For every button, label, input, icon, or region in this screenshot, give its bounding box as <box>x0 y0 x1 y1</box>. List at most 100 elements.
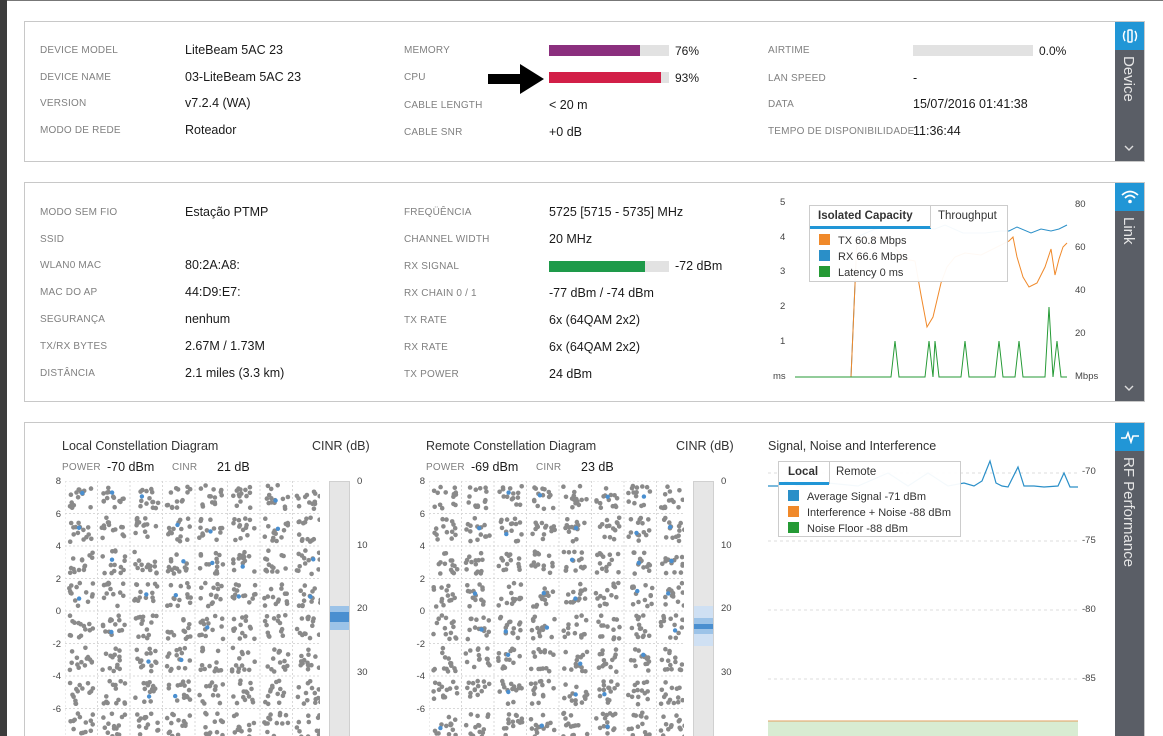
constellation-point <box>464 567 469 572</box>
constellation-point <box>497 689 502 694</box>
constellation-point <box>239 649 245 655</box>
constellation-point <box>451 624 456 630</box>
constellation-point <box>572 549 577 555</box>
constellation-point <box>500 666 505 671</box>
constellation-point <box>90 550 95 556</box>
constellation-point <box>672 570 677 575</box>
constellation-point <box>473 558 478 563</box>
constellation-point <box>145 534 150 539</box>
constellation-point <box>102 725 108 730</box>
constellation-point <box>145 582 151 587</box>
device-side-tab[interactable]: Device <box>1115 22 1144 161</box>
constellation-point <box>199 585 204 591</box>
constellation-point <box>496 658 501 663</box>
constellation-point <box>440 645 446 651</box>
constellation-point <box>440 693 446 698</box>
constellation-point <box>465 583 470 588</box>
constellation-point <box>302 583 308 588</box>
tab-local[interactable]: Local <box>788 466 818 478</box>
constellation-point <box>83 645 88 651</box>
constellation-point <box>215 586 221 592</box>
constellation-point <box>583 617 589 623</box>
constellation-point <box>137 732 143 736</box>
constellation-point <box>605 731 610 736</box>
constellation-point <box>534 730 540 735</box>
constellation-point <box>75 711 81 716</box>
constellation-point <box>247 490 253 496</box>
constellation-point <box>113 548 118 553</box>
constellation-point <box>645 603 650 609</box>
tab-remote[interactable]: Remote <box>836 466 876 478</box>
chevron-down-icon[interactable] <box>1124 383 1134 393</box>
remote-power-value: -69 dBm <box>471 460 519 474</box>
constellation-point <box>212 719 218 724</box>
constellation-point <box>680 497 684 503</box>
constellation-point <box>114 700 119 706</box>
constellation-ref-point <box>210 560 215 566</box>
constellation-point <box>231 567 237 573</box>
constellation-point <box>140 567 145 573</box>
axis-tick: 20 <box>357 603 368 614</box>
constellation-point <box>438 571 443 576</box>
constellation-point <box>482 684 488 690</box>
constellation-point <box>198 667 203 673</box>
tab-isolated-capacity[interactable]: Isolated Capacity <box>818 210 913 222</box>
constellation-point <box>540 694 546 699</box>
constellation-point <box>277 710 283 716</box>
axis-tick: 10 <box>721 539 732 551</box>
constellation-point <box>450 562 455 568</box>
constellation-point <box>218 525 223 531</box>
constellation-point <box>531 687 536 693</box>
constellation-point <box>501 567 506 573</box>
constellation-point <box>572 630 578 636</box>
constellation-point <box>548 720 553 726</box>
axis-tick: -6 <box>416 703 425 715</box>
chevron-down-icon[interactable] <box>1124 143 1134 153</box>
constellation-point <box>240 630 245 636</box>
constellation-point <box>250 596 255 601</box>
constellation-ref-point <box>541 590 546 596</box>
constellation-point <box>76 567 82 573</box>
link-side-tab[interactable]: Link <box>1115 183 1144 401</box>
constellation-ref-point <box>173 693 178 699</box>
constellation-point <box>267 716 273 722</box>
network-mode-value: Roteador <box>185 123 237 137</box>
constellation-point <box>433 526 439 531</box>
constellation-point <box>176 665 181 671</box>
constellation-point <box>500 558 506 563</box>
constellation-point <box>452 485 458 490</box>
constellation-point <box>631 658 637 663</box>
tab-divider <box>829 462 830 484</box>
constellation-point <box>519 484 524 489</box>
constellation-ref-point <box>569 557 575 562</box>
constellation-point <box>463 651 469 656</box>
constellation-point <box>551 727 557 733</box>
constellation-point <box>450 727 456 733</box>
constellation-point <box>609 593 614 598</box>
constellation-point <box>468 648 473 653</box>
constellation-point <box>448 630 454 636</box>
constellation-point <box>582 587 588 592</box>
tab-throughput[interactable]: Throughput <box>938 210 997 222</box>
constellation-point <box>568 724 574 729</box>
constellation-point <box>136 615 141 620</box>
constellation-point <box>538 649 543 655</box>
constellation-point <box>314 728 320 734</box>
wireless-mode-value: Estação PTMP <box>185 205 269 219</box>
constellation-point <box>299 616 305 621</box>
rf-side-tab[interactable]: RF Performance <box>1115 423 1144 736</box>
constellation-point <box>186 625 191 631</box>
constellation-point <box>155 500 161 506</box>
constellation-point <box>77 682 82 688</box>
constellation-point <box>307 635 313 641</box>
constellation-point <box>204 562 209 567</box>
constellation-point <box>551 686 556 691</box>
constellation-point <box>109 711 115 717</box>
constellation-point <box>614 669 619 674</box>
constellation-point <box>453 502 458 508</box>
mbps-tick: 40 <box>1075 285 1086 296</box>
constellation-point <box>205 603 211 609</box>
constellation-point <box>483 485 488 490</box>
constellation-point <box>198 596 203 601</box>
constellation-point <box>303 548 308 553</box>
